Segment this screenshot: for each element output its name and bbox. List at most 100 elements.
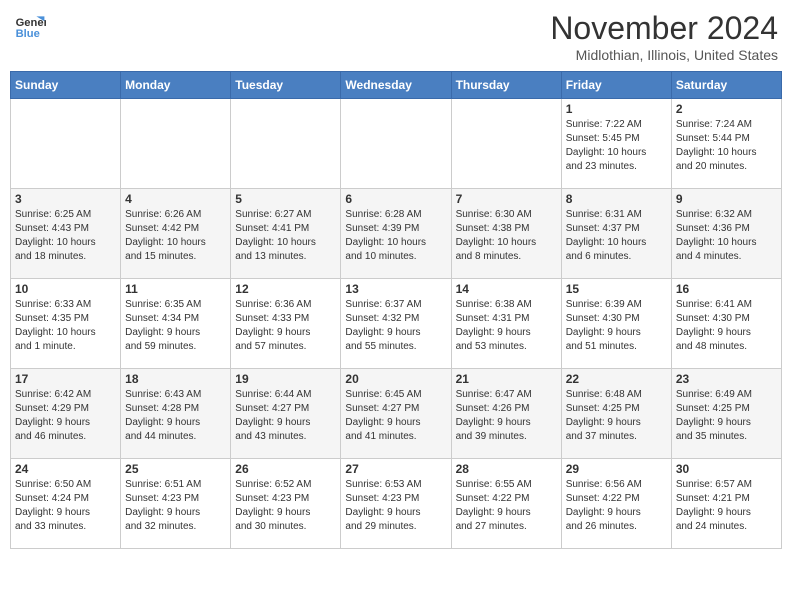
- calendar-cell: 6 Sunrise: 6:28 AM Sunset: 4:39 PM Daylig…: [341, 189, 451, 279]
- day-number: 25: [125, 462, 226, 476]
- calendar-cell: 17 Sunrise: 6:42 AM Sunset: 4:29 PM Dayli…: [11, 369, 121, 459]
- day-info: Sunrise: 6:47 AM Sunset: 4:26 PM Dayligh…: [456, 388, 557, 444]
- day-info: Sunrise: 6:32 AM Sunset: 4:36 PM Dayligh…: [676, 208, 777, 264]
- day-number: 24: [15, 462, 116, 476]
- day-number: 10: [15, 282, 116, 296]
- calendar-cell: 16Sunrise: 6:41 AM Sunset: 4:30 PM Dayli…: [671, 279, 781, 369]
- day-number: 4: [125, 192, 226, 206]
- day-info: Sunrise: 6:33 AM Sunset: 4:35 PM Dayligh…: [15, 298, 116, 354]
- day-number: 13: [345, 282, 446, 296]
- calendar-cell: [451, 99, 561, 189]
- day-info: Sunrise: 6:25 AM Sunset: 4:43 PM Dayligh…: [15, 208, 116, 264]
- calendar-cell: 20Sunrise: 6:45 AM Sunset: 4:27 PM Dayli…: [341, 369, 451, 459]
- calendar-cell: 14 Sunrise: 6:38 AM Sunset: 4:31 PM Dayli…: [451, 279, 561, 369]
- calendar-week-row: 1 Sunrise: 7:22 AM Sunset: 5:45 PM Daylig…: [11, 99, 782, 189]
- calendar-cell: 22 Sunrise: 6:48 AM Sunset: 4:25 PM Dayli…: [561, 369, 671, 459]
- day-info: Sunrise: 6:30 AM Sunset: 4:38 PM Dayligh…: [456, 208, 557, 264]
- calendar-header: SundayMondayTuesdayWednesdayThursdayFrid…: [11, 72, 782, 99]
- calendar-cell: 28 Sunrise: 6:55 AM Sunset: 4:22 PM Dayli…: [451, 459, 561, 549]
- day-info: Sunrise: 6:56 AM Sunset: 4:22 PM Dayligh…: [566, 478, 667, 534]
- calendar-cell: 8 Sunrise: 6:31 AM Sunset: 4:37 PM Daylig…: [561, 189, 671, 279]
- day-number: 21: [456, 372, 557, 386]
- calendar-cell: 26Sunrise: 6:52 AM Sunset: 4:23 PM Dayli…: [231, 459, 341, 549]
- day-number: 8: [566, 192, 667, 206]
- weekday-header-monday: Monday: [121, 72, 231, 99]
- day-info: Sunrise: 6:37 AM Sunset: 4:32 PM Dayligh…: [345, 298, 446, 354]
- weekday-header-row: SundayMondayTuesdayWednesdayThursdayFrid…: [11, 72, 782, 99]
- calendar-cell: 25 Sunrise: 6:51 AM Sunset: 4:23 PM Dayli…: [121, 459, 231, 549]
- day-number: 15: [566, 282, 667, 296]
- day-info: Sunrise: 6:39 AM Sunset: 4:30 PM Dayligh…: [566, 298, 667, 354]
- day-info: Sunrise: 6:35 AM Sunset: 4:34 PM Dayligh…: [125, 298, 226, 354]
- day-number: 3: [15, 192, 116, 206]
- weekday-header-saturday: Saturday: [671, 72, 781, 99]
- day-info: Sunrise: 6:28 AM Sunset: 4:39 PM Dayligh…: [345, 208, 446, 264]
- day-info: Sunrise: 6:42 AM Sunset: 4:29 PM Dayligh…: [15, 388, 116, 444]
- calendar-cell: 13 Sunrise: 6:37 AM Sunset: 4:32 PM Dayli…: [341, 279, 451, 369]
- logo-icon: General Blue: [14, 10, 46, 42]
- day-number: 23: [676, 372, 777, 386]
- calendar-cell: 18Sunrise: 6:43 AM Sunset: 4:28 PM Dayli…: [121, 369, 231, 459]
- calendar-cell: [231, 99, 341, 189]
- day-number: 6: [345, 192, 446, 206]
- weekday-header-thursday: Thursday: [451, 72, 561, 99]
- day-info: Sunrise: 6:55 AM Sunset: 4:22 PM Dayligh…: [456, 478, 557, 534]
- day-info: Sunrise: 6:31 AM Sunset: 4:37 PM Dayligh…: [566, 208, 667, 264]
- day-info: Sunrise: 6:41 AM Sunset: 4:30 PM Dayligh…: [676, 298, 777, 354]
- calendar-cell: 1 Sunrise: 7:22 AM Sunset: 5:45 PM Daylig…: [561, 99, 671, 189]
- day-number: 5: [235, 192, 336, 206]
- calendar-body: 1 Sunrise: 7:22 AM Sunset: 5:45 PM Daylig…: [11, 99, 782, 549]
- day-info: Sunrise: 6:49 AM Sunset: 4:25 PM Dayligh…: [676, 388, 777, 444]
- day-info: Sunrise: 7:22 AM Sunset: 5:45 PM Dayligh…: [566, 118, 667, 174]
- weekday-header-friday: Friday: [561, 72, 671, 99]
- svg-text:Blue: Blue: [16, 28, 40, 40]
- calendar-cell: 29 Sunrise: 6:56 AM Sunset: 4:22 PM Dayli…: [561, 459, 671, 549]
- day-info: Sunrise: 6:51 AM Sunset: 4:23 PM Dayligh…: [125, 478, 226, 534]
- calendar-cell: 15 Sunrise: 6:39 AM Sunset: 4:30 PM Dayli…: [561, 279, 671, 369]
- day-number: 19: [235, 372, 336, 386]
- calendar-cell: 4 Sunrise: 6:26 AM Sunset: 4:42 PM Daylig…: [121, 189, 231, 279]
- day-info: Sunrise: 6:38 AM Sunset: 4:31 PM Dayligh…: [456, 298, 557, 354]
- day-number: 12: [235, 282, 336, 296]
- day-info: Sunrise: 6:50 AM Sunset: 4:24 PM Dayligh…: [15, 478, 116, 534]
- calendar-cell: 10 Sunrise: 6:33 AM Sunset: 4:35 PM Dayli…: [11, 279, 121, 369]
- logo: General Blue: [14, 10, 46, 42]
- day-number: 22: [566, 372, 667, 386]
- calendar-cell: 5Sunrise: 6:27 AM Sunset: 4:41 PM Daylig…: [231, 189, 341, 279]
- page-header: General Blue November 2024 Midlothian, I…: [10, 10, 782, 63]
- calendar-cell: 21 Sunrise: 6:47 AM Sunset: 4:26 PM Dayli…: [451, 369, 561, 459]
- day-number: 11: [125, 282, 226, 296]
- day-number: 9: [676, 192, 777, 206]
- day-info: Sunrise: 6:26 AM Sunset: 4:42 PM Dayligh…: [125, 208, 226, 264]
- day-info: Sunrise: 6:48 AM Sunset: 4:25 PM Dayligh…: [566, 388, 667, 444]
- calendar-cell: 7Sunrise: 6:30 AM Sunset: 4:38 PM Daylig…: [451, 189, 561, 279]
- day-number: 18: [125, 372, 226, 386]
- calendar-cell: 9 Sunrise: 6:32 AM Sunset: 4:36 PM Daylig…: [671, 189, 781, 279]
- day-info: Sunrise: 6:44 AM Sunset: 4:27 PM Dayligh…: [235, 388, 336, 444]
- day-number: 29: [566, 462, 667, 476]
- calendar-cell: 12 Sunrise: 6:36 AM Sunset: 4:33 PM Dayli…: [231, 279, 341, 369]
- calendar-cell: 27Sunrise: 6:53 AM Sunset: 4:23 PM Dayli…: [341, 459, 451, 549]
- calendar-week-row: 24 Sunrise: 6:50 AM Sunset: 4:24 PM Dayli…: [11, 459, 782, 549]
- calendar-cell: 24 Sunrise: 6:50 AM Sunset: 4:24 PM Dayli…: [11, 459, 121, 549]
- day-number: 30: [676, 462, 777, 476]
- day-number: 28: [456, 462, 557, 476]
- day-number: 14: [456, 282, 557, 296]
- weekday-header-sunday: Sunday: [11, 72, 121, 99]
- title-block: November 2024 Midlothian, Illinois, Unit…: [550, 10, 778, 63]
- day-number: 2: [676, 102, 777, 116]
- day-number: 17: [15, 372, 116, 386]
- month-title: November 2024: [550, 10, 778, 47]
- calendar-cell: 2 Sunrise: 7:24 AM Sunset: 5:44 PM Daylig…: [671, 99, 781, 189]
- calendar-week-row: 10 Sunrise: 6:33 AM Sunset: 4:35 PM Dayli…: [11, 279, 782, 369]
- day-number: 20: [345, 372, 446, 386]
- calendar-cell: [11, 99, 121, 189]
- day-info: Sunrise: 6:36 AM Sunset: 4:33 PM Dayligh…: [235, 298, 336, 354]
- calendar-week-row: 17 Sunrise: 6:42 AM Sunset: 4:29 PM Dayli…: [11, 369, 782, 459]
- calendar-table: SundayMondayTuesdayWednesdayThursdayFrid…: [10, 71, 782, 549]
- calendar-cell: 3 Sunrise: 6:25 AM Sunset: 4:43 PM Daylig…: [11, 189, 121, 279]
- day-number: 1: [566, 102, 667, 116]
- calendar-cell: [121, 99, 231, 189]
- weekday-header-tuesday: Tuesday: [231, 72, 341, 99]
- day-info: Sunrise: 7:24 AM Sunset: 5:44 PM Dayligh…: [676, 118, 777, 174]
